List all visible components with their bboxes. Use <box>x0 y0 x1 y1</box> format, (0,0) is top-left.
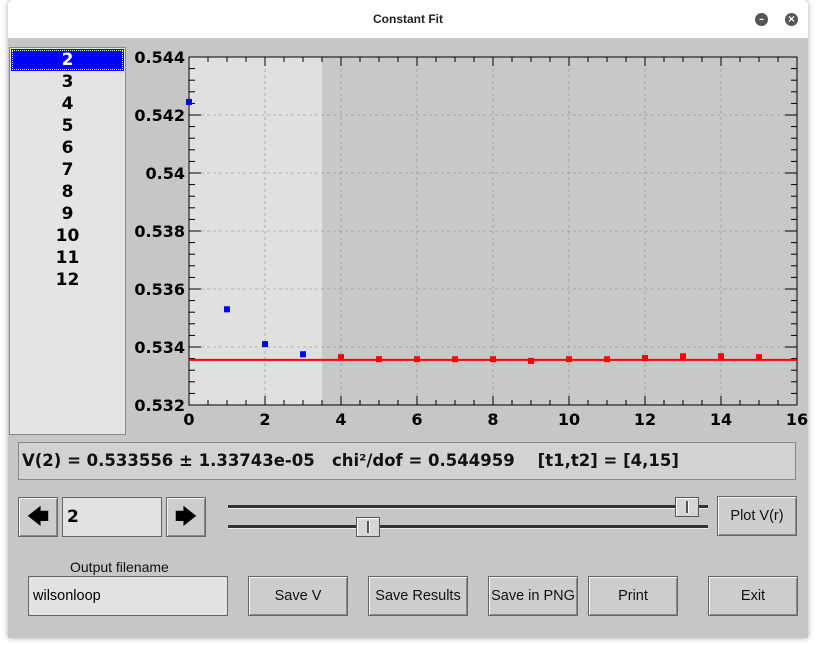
right-arrow-icon: 🡆 <box>174 504 198 529</box>
slider-top-track[interactable] <box>228 505 708 509</box>
save-v-button[interactable]: Save V <box>248 576 348 616</box>
data-point <box>642 355 648 362</box>
save-png-button[interactable]: Save in PNG <box>488 576 578 616</box>
data-point <box>528 357 534 364</box>
y-tick-label: 0.54 <box>146 164 185 183</box>
data-point <box>604 356 610 363</box>
window-title: Constant Fit <box>373 12 443 26</box>
x-tick-label: 14 <box>710 410 732 429</box>
slider-bottom-thumb[interactable] <box>355 517 380 537</box>
slider-top-thumb[interactable] <box>674 497 699 517</box>
fit-chart-svg: 0 2 4 6 8 10 12 14 16 0.532 0.534 0.536 0.538 0.54 0.5… <box>134 48 808 429</box>
fit-plot: 0 2 4 6 8 10 12 14 16 0.532 0.534 0.536 0.538 0.54 0.5… <box>127 47 808 435</box>
data-point <box>224 306 230 313</box>
list-item[interactable]: 8 <box>10 181 125 203</box>
x-tick-label: 2 <box>259 410 270 429</box>
x-tick-label: 0 <box>183 410 194 429</box>
list-item[interactable]: 10 <box>10 225 125 247</box>
list-item[interactable]: 3 <box>10 71 125 93</box>
data-point <box>300 351 306 358</box>
list-item[interactable]: 4 <box>10 93 125 115</box>
client-area: 2 3 4 5 6 7 8 9 10 11 12 0 2 4 6 8 10 12 14 16 0.532 0.534 0.… <box>8 38 808 638</box>
list-item[interactable]: 9 <box>10 203 125 225</box>
data-point <box>452 356 458 363</box>
x-tick-label: 8 <box>487 410 498 429</box>
distance-spin-field[interactable]: 2 <box>62 497 162 537</box>
data-point <box>376 356 382 363</box>
list-item[interactable]: 12 <box>10 269 125 291</box>
data-point <box>186 98 192 105</box>
y-tick-label: 0.536 <box>134 280 185 299</box>
minimize-icon[interactable]: – <box>755 13 768 26</box>
previous-button[interactable]: 🡄 <box>18 497 58 537</box>
list-item[interactable]: 7 <box>10 159 125 181</box>
data-point <box>262 341 268 348</box>
output-filename-input[interactable]: wilsonloop <box>28 576 228 616</box>
data-point <box>490 356 496 363</box>
y-tick-label: 0.532 <box>134 396 185 415</box>
data-point <box>566 356 572 363</box>
data-point <box>414 356 420 363</box>
x-tick-label: 4 <box>335 410 346 429</box>
x-tick-label: 10 <box>558 410 580 429</box>
close-icon[interactable]: × <box>785 13 798 26</box>
x-tick-label: 12 <box>634 410 656 429</box>
left-arrow-icon: 🡄 <box>26 504 50 529</box>
data-point <box>718 353 724 360</box>
x-tick-label: 16 <box>786 410 808 429</box>
distance-listbox[interactable]: 2 3 4 5 6 7 8 9 10 11 12 <box>9 47 126 435</box>
next-button[interactable]: 🡆 <box>166 497 206 537</box>
data-point <box>338 354 344 361</box>
list-item[interactable]: 2 <box>11 49 124 71</box>
x-tick-label: 6 <box>411 410 422 429</box>
plot-v-button[interactable]: Plot V(r) <box>717 496 797 536</box>
list-item[interactable]: 6 <box>10 137 125 159</box>
y-tick-label: 0.534 <box>134 338 185 357</box>
print-button[interactable]: Print <box>588 576 678 616</box>
y-tick-label: 0.542 <box>134 106 185 125</box>
list-item[interactable]: 11 <box>10 247 125 269</box>
exit-button[interactable]: Exit <box>708 576 798 616</box>
title-bar: Constant Fit – × <box>8 0 808 38</box>
y-tick-label: 0.538 <box>134 222 185 241</box>
save-results-button[interactable]: Save Results <box>368 576 468 616</box>
y-tick-label: 0.544 <box>134 48 185 67</box>
output-filename-label: Output filename <box>70 559 169 575</box>
app-window: Constant Fit – × 2 3 4 5 6 7 8 9 10 11 12 0 2 4 6 8 10 1… <box>8 0 808 638</box>
data-point <box>680 353 686 360</box>
fit-result-text: V(2) = 0.533556 ± 1.33743e-05 chi²/dof =… <box>18 442 796 480</box>
slider-bottom-track[interactable] <box>228 525 708 529</box>
list-item[interactable]: 5 <box>10 115 125 137</box>
data-point <box>756 354 762 361</box>
